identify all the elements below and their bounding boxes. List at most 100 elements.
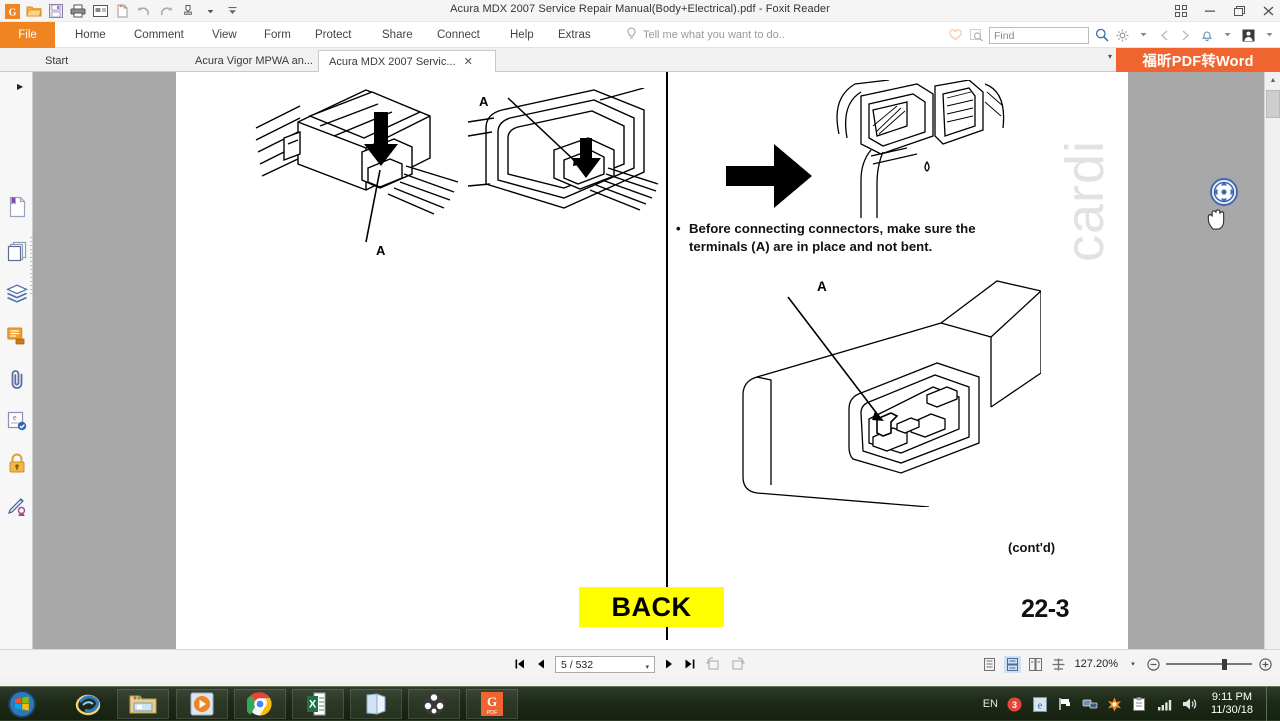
security-lock-icon[interactable] bbox=[5, 451, 29, 475]
next-view-icon[interactable] bbox=[1177, 27, 1194, 44]
pdf-page-canvas[interactable]: cardi bbox=[176, 72, 1128, 649]
find-input[interactable]: Find bbox=[989, 27, 1089, 44]
layers-icon[interactable] bbox=[5, 282, 29, 306]
instruction-text: • Before connecting connectors, make sur… bbox=[689, 220, 1019, 256]
first-page-button[interactable] bbox=[513, 656, 527, 672]
callout-label-a-left-2: A bbox=[479, 94, 488, 109]
back-link-button[interactable]: BACK bbox=[579, 587, 724, 627]
tab-connect[interactable]: Connect bbox=[430, 22, 487, 48]
split-view-button[interactable] bbox=[1050, 656, 1067, 673]
vertical-scrollbar[interactable]: ▲ bbox=[1264, 72, 1280, 649]
taskbar-windows-explorer[interactable] bbox=[117, 689, 169, 719]
chevron-down-icon[interactable] bbox=[1135, 27, 1152, 44]
taskbar-internet-explorer[interactable] bbox=[62, 689, 114, 719]
svg-text:PDF: PDF bbox=[487, 710, 499, 716]
page-thumbnails-icon[interactable] bbox=[5, 239, 29, 263]
tab-help[interactable]: Help bbox=[503, 22, 541, 48]
scrollbar-thumb[interactable] bbox=[1266, 90, 1280, 118]
facing-view-button[interactable] bbox=[1027, 656, 1044, 673]
chevron-down-icon[interactable] bbox=[1219, 27, 1236, 44]
tab-extras[interactable]: Extras bbox=[551, 22, 598, 48]
tab-comment[interactable]: Comment bbox=[127, 22, 191, 48]
wifi-signal-icon[interactable] bbox=[1157, 696, 1173, 712]
edge-tray-icon[interactable]: e bbox=[1032, 696, 1048, 712]
document-tab-strip: Start Acura Vigor MPWA an... Acura MDX 2… bbox=[0, 48, 1280, 72]
previous-view-icon[interactable] bbox=[1156, 27, 1173, 44]
tab-file[interactable]: File bbox=[0, 22, 55, 48]
taskbar-video-player[interactable] bbox=[408, 689, 460, 719]
zoom-out-button[interactable] bbox=[1146, 656, 1160, 672]
flag-action-center-icon[interactable] bbox=[1057, 696, 1073, 712]
zoom-slider-handle[interactable] bbox=[1222, 659, 1227, 670]
close-icon[interactable]: ✕ bbox=[464, 55, 473, 68]
search-doc-icon[interactable] bbox=[968, 27, 985, 44]
next-page-button[interactable] bbox=[662, 656, 676, 672]
antivirus-tray-icon[interactable] bbox=[1107, 696, 1123, 712]
tab-protect[interactable]: Protect bbox=[308, 22, 358, 48]
close-button[interactable] bbox=[1260, 3, 1276, 19]
language-indicator[interactable]: EN bbox=[983, 698, 998, 710]
chevron-down-icon[interactable]: ▾ bbox=[1108, 52, 1112, 61]
tell-me-label: Tell me what you want to do.. bbox=[643, 29, 785, 41]
last-page-button[interactable] bbox=[683, 656, 697, 672]
taskbar-excel[interactable]: X bbox=[292, 689, 344, 719]
clock[interactable]: 9:11 PM 11/30/18 bbox=[1207, 691, 1257, 717]
zoom-in-button[interactable] bbox=[1258, 656, 1272, 672]
chevron-down-icon[interactable] bbox=[1261, 27, 1278, 44]
clipboard-tray-icon[interactable] bbox=[1132, 696, 1148, 712]
start-button[interactable] bbox=[3, 688, 41, 720]
tab-home[interactable]: Home bbox=[68, 22, 113, 48]
chevron-down-icon[interactable]: ▾ bbox=[645, 663, 649, 671]
pan-navigation-icon[interactable] bbox=[1210, 178, 1238, 206]
single-page-view-button[interactable] bbox=[981, 656, 998, 673]
page-number-input[interactable]: 5 / 532 ▾ bbox=[555, 656, 655, 673]
taskbar-notes-app[interactable] bbox=[350, 689, 402, 719]
taskbar-google-chrome[interactable] bbox=[234, 689, 286, 719]
main-body: ▶ bbox=[0, 72, 1280, 649]
zoom-slider[interactable] bbox=[1166, 658, 1252, 670]
taskbar-media-player[interactable] bbox=[176, 689, 228, 719]
comments-icon[interactable] bbox=[5, 324, 29, 348]
tab-share[interactable]: Share bbox=[375, 22, 420, 48]
bookmarks-icon[interactable] bbox=[5, 195, 29, 219]
tab-form[interactable]: Form bbox=[257, 22, 298, 48]
sign-icon[interactable] bbox=[5, 494, 29, 518]
expand-panel-icon[interactable]: ▶ bbox=[17, 82, 23, 91]
zoom-level-label[interactable]: 127.20% bbox=[1075, 658, 1118, 670]
document-tab-acura-mdx[interactable]: Acura MDX 2007 Servic... ✕ bbox=[318, 50, 496, 72]
attachments-icon[interactable] bbox=[5, 367, 29, 391]
show-desktop-button[interactable] bbox=[1266, 687, 1276, 721]
page-watermark: cardi bbox=[1054, 140, 1116, 262]
rotate-view-right-icon[interactable] bbox=[729, 656, 747, 672]
page-canvas-left-margin bbox=[33, 72, 176, 649]
connector-illustration-left-2 bbox=[468, 88, 658, 248]
scroll-up-button[interactable]: ▲ bbox=[1265, 72, 1280, 88]
volume-icon[interactable] bbox=[1182, 696, 1198, 712]
digital-signature-icon[interactable]: e bbox=[5, 409, 29, 433]
continuous-view-button[interactable] bbox=[1004, 656, 1021, 673]
messenger-tray-icon[interactable]: 3 bbox=[1007, 696, 1023, 712]
document-tab-start[interactable]: Start bbox=[35, 50, 185, 72]
tell-me-search[interactable]: Tell me what you want to do.. bbox=[626, 22, 785, 48]
heart-icon[interactable] bbox=[947, 27, 964, 44]
clock-time: 9:11 PM bbox=[1211, 691, 1253, 704]
tab-view[interactable]: View bbox=[205, 22, 244, 48]
taskbar-foxit-reader[interactable]: G PDF bbox=[466, 689, 518, 719]
promo-banner-pdf-to-word[interactable]: 福昕PDF转Word bbox=[1116, 48, 1280, 72]
notification-bell-icon[interactable] bbox=[1198, 27, 1215, 44]
title-bar: G bbox=[0, 0, 1280, 22]
account-avatar-icon[interactable] bbox=[1240, 27, 1257, 44]
settings-gear-icon[interactable] bbox=[1114, 27, 1131, 44]
previous-page-button[interactable] bbox=[534, 656, 548, 672]
document-tab-acura-vigor[interactable]: Acura Vigor MPWA an... bbox=[185, 50, 327, 72]
magnifier-icon[interactable] bbox=[1093, 27, 1110, 44]
fullscreen-icon[interactable] bbox=[1173, 3, 1189, 19]
maximize-restore-button[interactable] bbox=[1231, 3, 1247, 19]
minimize-button[interactable] bbox=[1202, 3, 1218, 19]
chevron-down-icon[interactable]: ▾ bbox=[1126, 656, 1140, 672]
lightbulb-icon bbox=[626, 27, 637, 44]
svg-text:G: G bbox=[487, 694, 497, 709]
direction-arrow-right bbox=[726, 144, 812, 208]
rotate-view-left-icon[interactable] bbox=[704, 656, 722, 672]
network-tray-icon[interactable] bbox=[1082, 696, 1098, 712]
